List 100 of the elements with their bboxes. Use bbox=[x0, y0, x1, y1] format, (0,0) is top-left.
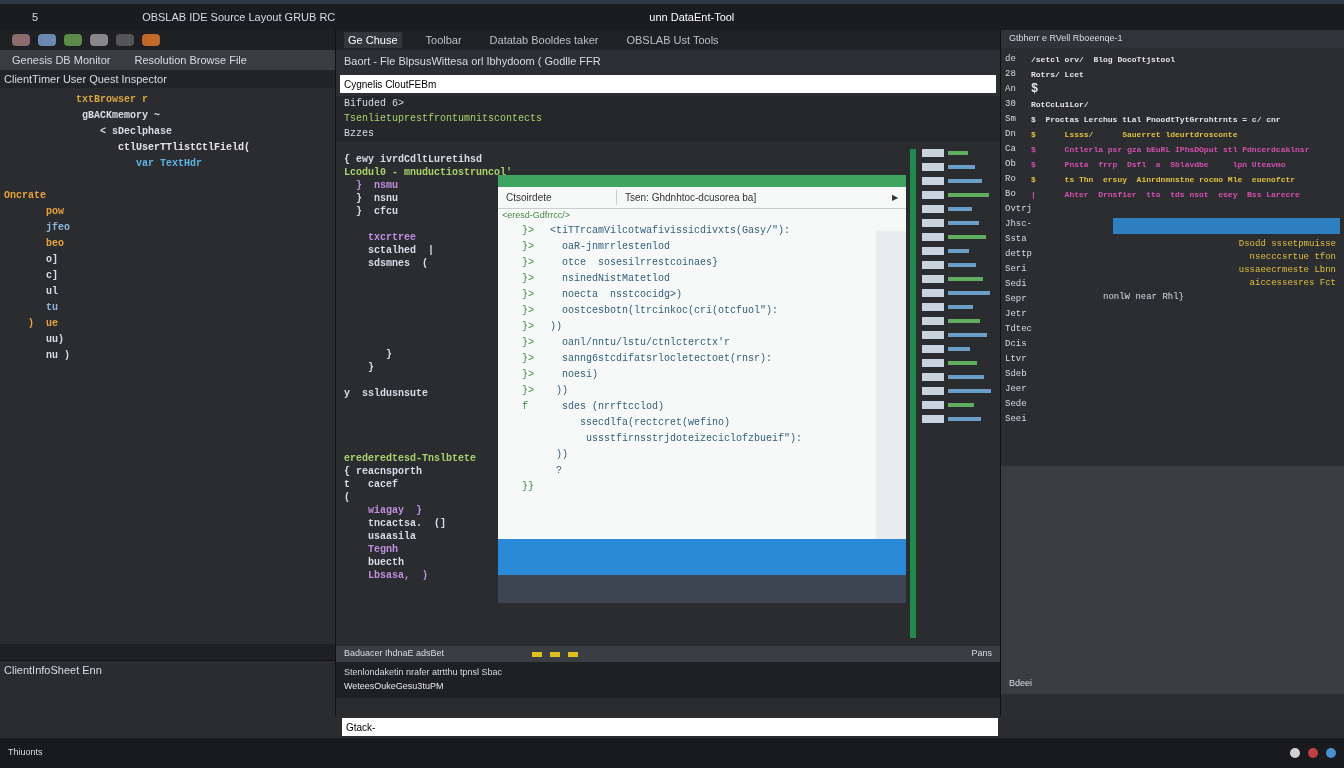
line-number: Dn bbox=[1005, 128, 1017, 141]
side-label: Tdtec bbox=[1005, 323, 1033, 336]
code-line: oaR-jnmrrlestenlod bbox=[561, 239, 671, 254]
command-input[interactable]: Gtack- bbox=[342, 718, 998, 736]
code-line: c] bbox=[46, 270, 59, 281]
code-line: nsecccsrtue tfon bbox=[1249, 251, 1336, 264]
file-path: Baort - Fle BlpsusWittesa orl Ibhydoom ( Godlle FFR bbox=[344, 53, 601, 69]
status-chip bbox=[550, 651, 561, 657]
side-label: Ltvr bbox=[1005, 353, 1028, 366]
code-line: Oncrate bbox=[4, 190, 46, 201]
line-marker: }> bbox=[522, 352, 534, 364]
code-line: wiagay } bbox=[368, 505, 423, 516]
code-line: tu bbox=[46, 302, 59, 313]
line-number: Ro bbox=[1005, 173, 1017, 186]
editor-tab[interactable]: Toolbar bbox=[421, 31, 466, 49]
dialog-label: Ctsoirdete bbox=[505, 191, 553, 205]
code-line: beo bbox=[46, 238, 65, 249]
panel-header-label: Gtbherr e RVell Rboeenqe-1 bbox=[1009, 32, 1123, 46]
code-line: } bbox=[386, 349, 393, 360]
side-label: Ovtrj bbox=[1005, 203, 1033, 216]
toolbar-icon[interactable] bbox=[38, 34, 56, 46]
line-marker: }} bbox=[522, 480, 534, 492]
line-marker: }> bbox=[522, 320, 534, 332]
toolbar-icon[interactable] bbox=[12, 34, 30, 46]
code-line: sdes (nrrftcclod) bbox=[561, 399, 665, 414]
code-line: } cfcu bbox=[356, 206, 399, 217]
side-label: Seri bbox=[1005, 263, 1028, 276]
line-marker: }> bbox=[522, 240, 534, 252]
line-number: de bbox=[1005, 53, 1017, 66]
code-line: ssecdlfa(rectcret(wefino) bbox=[579, 415, 731, 430]
code-line: oanl/nntu/lstu/ctnlcterctx'r bbox=[561, 335, 731, 350]
line-marker: }> bbox=[522, 304, 534, 316]
search-field[interactable]: Cygnelis CloutFEBm bbox=[340, 75, 996, 93]
code-line: /setcl orv/ Blog DocoTtjstool bbox=[1031, 54, 1176, 66]
code-line: RotCcLu1Lor/ bbox=[1031, 99, 1089, 111]
code-line: sanng6stcdifatsrlocletectoet(rnsr): bbox=[561, 351, 773, 366]
editor-footer-label: Baduacer IhdnaE adsBet bbox=[344, 647, 445, 661]
code-line: )) bbox=[550, 319, 562, 334]
play-icon[interactable]: ▶ bbox=[884, 191, 906, 204]
side-label: Jeer bbox=[1005, 383, 1028, 396]
editor-tab[interactable]: Datatab Booldes taker bbox=[485, 31, 603, 49]
side-label: Seei bbox=[1005, 413, 1028, 426]
code-line: Rotrs/ Lcet bbox=[1031, 69, 1084, 81]
code-line: { reacnsporth bbox=[344, 466, 422, 477]
code-line: uu) bbox=[46, 334, 65, 345]
line-number: Sm bbox=[1005, 113, 1017, 126]
document-title: unn DataEnt-Tool bbox=[649, 9, 735, 25]
panel-header-label: Genesis DB Monitor bbox=[12, 52, 111, 68]
code-line: $ Cntlerla psr gza bEuRL IPhsDOput stl Pdncerdcaklnsr bbox=[1031, 144, 1310, 156]
code-line: gBACKmemory ~ bbox=[82, 110, 161, 121]
side-label: Dcis bbox=[1005, 338, 1028, 351]
code-line: nonlW near Rhl} bbox=[1103, 291, 1185, 304]
editor-tab[interactable]: OBSLAB Ust Tools bbox=[622, 31, 723, 49]
side-label: Sepr bbox=[1005, 293, 1028, 306]
dialog-field[interactable]: Tsen: Ghdnhtoc-dcusorea ba] bbox=[616, 190, 884, 205]
line-number: 28 bbox=[1005, 68, 1017, 81]
line-number: Bo bbox=[1005, 188, 1017, 201]
code-line: usaasila bbox=[368, 531, 417, 542]
code-line: aiccessesres Fct bbox=[1249, 277, 1336, 290]
code-line: )) bbox=[555, 447, 568, 462]
line-marker: }> bbox=[522, 272, 534, 284]
code-line: Lcodul0 - mnuductiostruncol' bbox=[344, 167, 513, 178]
code-line: buecth bbox=[368, 557, 405, 568]
code-line: } nsnu bbox=[356, 193, 399, 204]
code-line: $ bbox=[1031, 82, 1039, 97]
console-line: WeteesOukeGesu3tuPM bbox=[344, 679, 445, 693]
code-line: < sDeclphase bbox=[100, 126, 173, 137]
toolbar-icon[interactable] bbox=[116, 34, 134, 46]
line-marker: }> bbox=[522, 368, 534, 380]
code-line: sctalhed | bbox=[368, 245, 435, 256]
info-line: Tsenlietuprestfrontumnitscontects bbox=[344, 112, 544, 126]
code-line: ( bbox=[344, 492, 350, 503]
info-line: Bzzes bbox=[344, 127, 375, 141]
code-line: ) ue bbox=[28, 318, 59, 329]
code-line: $ Pnsta frrp Dsfl a Sblavdbe lpn Uteavmo bbox=[1031, 159, 1286, 171]
console-tab[interactable]: Stenlondaketin nrafer atrtthu tpnsl Sbac bbox=[344, 666, 534, 680]
editor-tab[interactable]: Ge Chuse bbox=[344, 31, 402, 49]
code-line: ussaeecrmeste Lbnn bbox=[1238, 264, 1336, 277]
side-label: Jetr bbox=[1005, 308, 1028, 321]
toolbar-icon[interactable] bbox=[142, 34, 160, 46]
code-line: o] bbox=[46, 254, 59, 265]
code-line: | Ahter Drnsfier tto tds nsot esey Bss Larecre bbox=[1031, 189, 1300, 201]
side-label: Sede bbox=[1005, 398, 1028, 411]
panel-header-label: Resolution Browse File bbox=[134, 52, 247, 68]
side-label: Jhsc- bbox=[1005, 218, 1033, 231]
code-line: } nsmu bbox=[356, 180, 399, 191]
panel-footer-label: ClientInfoSheet Enn bbox=[4, 663, 102, 679]
code-line: <tiTTrcamVilcotwafivissicdivxts(Gasy/"): bbox=[550, 223, 791, 238]
code-line: noesi) bbox=[561, 367, 598, 382]
editor-footer-label: Pans bbox=[971, 647, 992, 661]
line-number: Ca bbox=[1005, 143, 1017, 156]
breadcrumb: <eresd-Gdfrrcc/> bbox=[501, 209, 572, 222]
line-number: An bbox=[1005, 83, 1017, 96]
toolbar-icon[interactable] bbox=[90, 34, 108, 46]
code-line: txtBrowser r bbox=[76, 94, 149, 105]
code-line: txcrtree bbox=[368, 232, 417, 243]
toolbar-icon[interactable] bbox=[64, 34, 82, 46]
code-line: sdsmnes ( bbox=[368, 258, 429, 269]
code-line: $ Lssss/ Sauerret ldeurtdrosconte bbox=[1031, 129, 1238, 141]
code-line: Lbsasa, ) bbox=[368, 570, 429, 581]
